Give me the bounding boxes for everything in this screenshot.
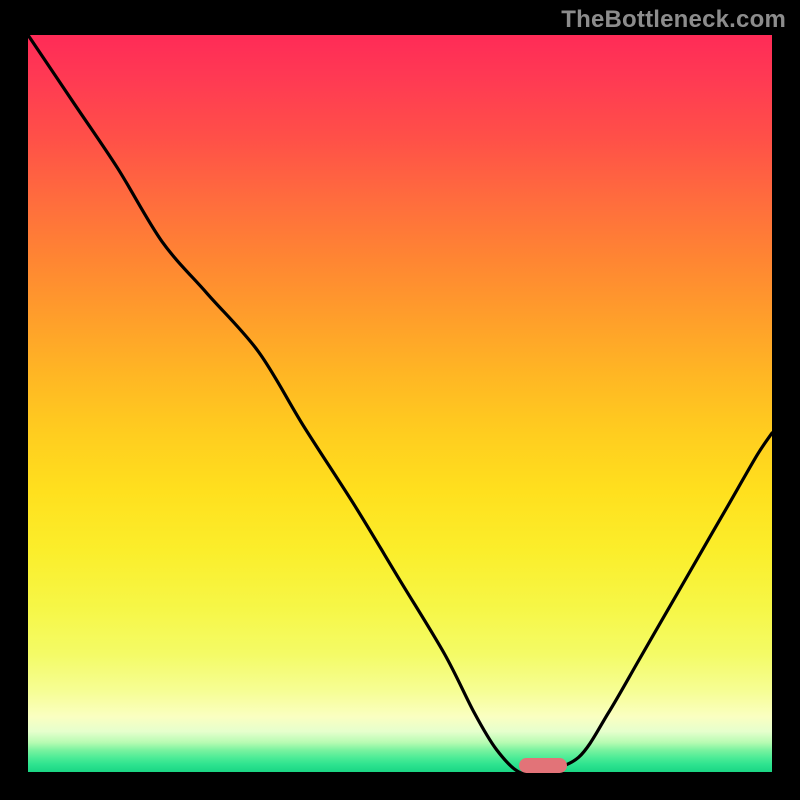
- watermark-text: TheBottleneck.com: [561, 6, 786, 34]
- plot-area: [28, 35, 772, 772]
- chart-container: TheBottleneck.com: [0, 0, 800, 800]
- bottleneck-curve: [28, 35, 772, 772]
- optimum-marker: [519, 758, 567, 773]
- curve-path: [28, 35, 772, 772]
